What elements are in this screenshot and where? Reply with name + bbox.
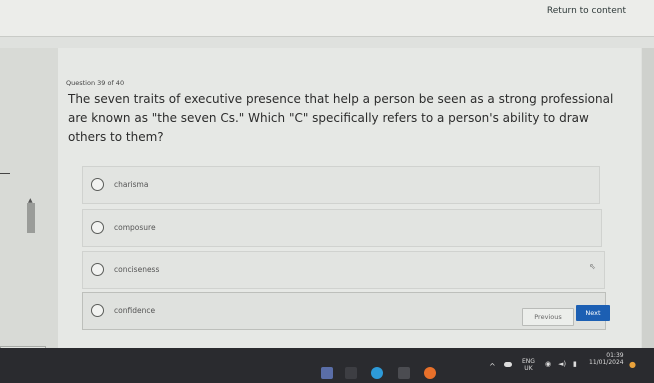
radio-button[interactable] xyxy=(91,263,104,276)
radio-button[interactable] xyxy=(91,304,104,317)
taskbar-app-icon[interactable] xyxy=(398,367,410,379)
taskbar: ^ ENG UK ◉ ◄) ▮ 01:39 11/01/2024 ● xyxy=(0,348,654,383)
rail-scroll-handle[interactable] xyxy=(27,203,35,233)
option-label: conciseness xyxy=(114,265,160,274)
option-label: charisma xyxy=(114,180,149,189)
language-code: ENG xyxy=(522,358,535,365)
taskbar-app-icon[interactable] xyxy=(345,367,357,379)
clock[interactable]: 01:39 11/01/2024 xyxy=(589,352,624,366)
notification-icon[interactable]: ● xyxy=(629,360,636,369)
top-bar: Return to content xyxy=(0,0,654,37)
radio-button[interactable] xyxy=(91,178,104,191)
chevron-up-icon[interactable]: ^ xyxy=(489,362,496,371)
cloud-icon[interactable] xyxy=(504,362,512,367)
return-to-content-link[interactable]: Return to content xyxy=(547,6,626,16)
region-code: UK xyxy=(524,365,533,372)
right-scrollbar[interactable] xyxy=(642,48,654,348)
battery-icon[interactable]: ▮ xyxy=(573,360,577,368)
left-rail: ▲ ▼ xyxy=(0,48,58,377)
rail-dash xyxy=(0,173,10,174)
taskbar-app-icon[interactable] xyxy=(371,367,383,379)
option-label: confidence xyxy=(114,306,156,315)
language-indicator[interactable]: ENG UK xyxy=(522,358,535,372)
clock-time: 01:39 xyxy=(606,352,624,359)
taskbar-app-icon[interactable] xyxy=(424,367,436,379)
previous-button[interactable]: Previous xyxy=(522,308,574,326)
mouse-cursor-icon: ⇖ xyxy=(589,262,596,271)
option-charisma[interactable]: charisma xyxy=(82,166,600,204)
option-composure[interactable]: composure xyxy=(82,209,602,247)
speaker-icon[interactable]: ◄) xyxy=(558,360,566,368)
taskbar-app-icon[interactable] xyxy=(321,367,333,379)
question-number: Question 39 of 40 xyxy=(66,79,125,87)
option-conciseness[interactable]: conciseness ⇖ xyxy=(82,251,605,289)
question-card: Question 39 of 40 The seven traits of ex… xyxy=(58,48,641,348)
clock-date: 11/01/2024 xyxy=(589,359,624,366)
option-label: composure xyxy=(114,223,156,232)
question-text: The seven traits of executive presence t… xyxy=(68,92,614,144)
next-button[interactable]: Next xyxy=(576,305,610,321)
radio-button[interactable] xyxy=(91,221,104,234)
wifi-icon[interactable]: ◉ xyxy=(545,360,551,368)
